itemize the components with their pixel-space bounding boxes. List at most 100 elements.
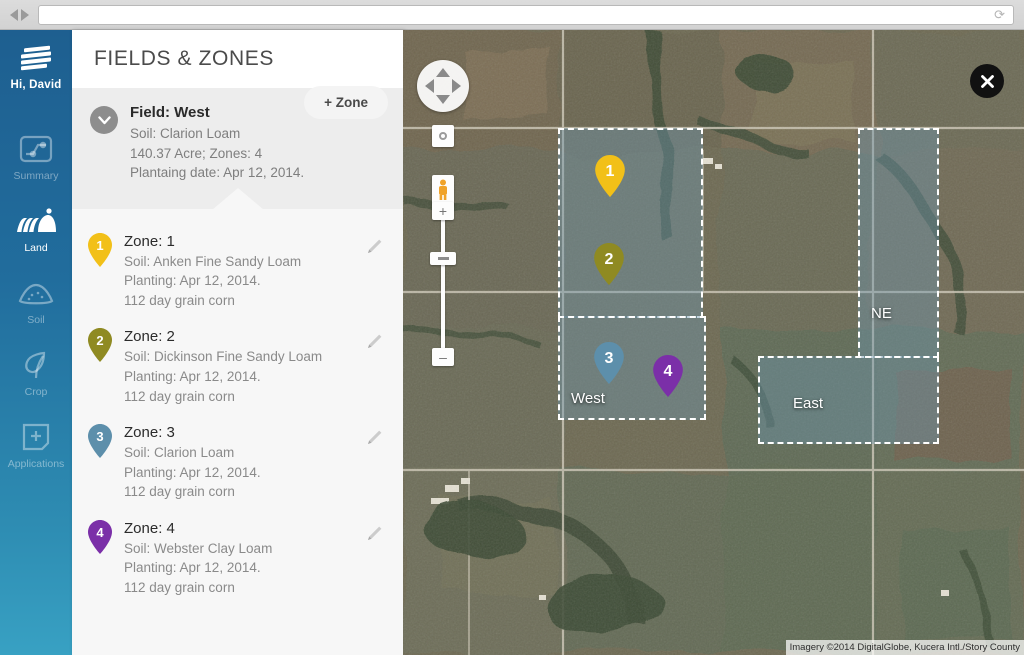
- sidebar: Hi, David Summary Land Soil Crop Applica…: [0, 30, 72, 655]
- sidebar-item-label: Soil: [27, 314, 45, 326]
- edit-zone-pencil-icon[interactable]: [364, 237, 386, 259]
- zoom-out-button[interactable]: –: [432, 348, 454, 366]
- brand: Hi, David: [10, 45, 62, 91]
- zone-planting: Planting: Apr 12, 2014.: [124, 273, 261, 289]
- sidebar-item-summary[interactable]: Summary: [0, 121, 72, 193]
- sidebar-item-land[interactable]: Land: [0, 193, 72, 265]
- sidebar-item-label: Land: [24, 242, 48, 254]
- map-attribution: Imagery ©2014 DigitalGlobe, Kucera Intl.…: [785, 640, 1024, 655]
- my-location-button[interactable]: [432, 125, 454, 147]
- summary-chart-icon: [16, 132, 56, 166]
- zone-title: Zone: 1: [124, 232, 175, 250]
- zone-soil: Soil: Anken Fine Sandy Loam: [124, 253, 302, 269]
- sidebar-item-crop[interactable]: Crop: [0, 337, 72, 409]
- zone-list-item[interactable]: 1 Zone: 1 Soil: Anken Fine Sandy Loam Plant…: [72, 227, 404, 323]
- map-marker[interactable]: 4: [653, 355, 683, 397]
- zone-title: Zone: 2: [124, 328, 175, 346]
- pan-left-icon: [425, 79, 434, 93]
- nav-arrows: [10, 8, 29, 21]
- zoom-slider-track[interactable]: [441, 210, 445, 358]
- zone-title: Zone: 3: [124, 424, 175, 442]
- svg-text:3: 3: [605, 349, 614, 367]
- map-canvas[interactable]: West NE East 1 2 3 4 + – Imagery ©2014 Digi…: [403, 30, 1024, 655]
- zone-pin-icon: 4: [88, 519, 112, 554]
- svg-text:4: 4: [96, 525, 104, 540]
- zone-crop: 112 day grain corn: [124, 292, 235, 308]
- svg-text:1: 1: [96, 238, 103, 253]
- sidebar-item-label: Applications: [7, 458, 65, 470]
- zone-planting: Planting: Apr 12, 2014.: [124, 464, 261, 480]
- add-zone-button[interactable]: + Zone: [304, 86, 388, 119]
- address-bar[interactable]: ⟳: [38, 4, 1014, 25]
- zone-list-item[interactable]: 3 Zone: 3 Soil: Clarion Loam Planting: Apr …: [72, 418, 404, 514]
- sidebar-item-label: Summary: [13, 170, 59, 182]
- zone-details: Zone: 4 Soil: Webster Clay Loam Planting: …: [124, 520, 364, 598]
- browser-toolbar: ⟳: [0, 0, 1024, 30]
- crop-leaf-icon: [16, 348, 56, 382]
- chevron-down-icon: [97, 115, 111, 124]
- close-button[interactable]: [970, 64, 1004, 98]
- field-soil: Soil: Clarion Loam: [130, 126, 241, 141]
- pegman-icon: [439, 179, 447, 200]
- zone-planting: Planting: Apr 12, 2014.: [124, 560, 261, 576]
- sidebar-item-applications[interactable]: Applications: [0, 409, 72, 481]
- field-polygon-west-upper[interactable]: [558, 128, 703, 318]
- app-root: ⟳ Hi, David Summary Land Soil Crop Appli…: [0, 0, 1024, 655]
- land-field-icon: [16, 204, 56, 238]
- street-view-pegman[interactable]: [432, 175, 454, 205]
- zone-soil: Soil: Clarion Loam: [124, 445, 235, 461]
- edit-zone-pencil-icon[interactable]: [364, 332, 386, 354]
- svg-text:4: 4: [664, 362, 673, 380]
- forward-button[interactable]: [21, 8, 29, 21]
- soil-pile-icon: [16, 276, 56, 310]
- field-polygon-east[interactable]: [758, 356, 939, 444]
- reload-icon[interactable]: ⟳: [994, 8, 1005, 21]
- field-label-west: West: [571, 390, 605, 407]
- svg-text:3: 3: [96, 429, 103, 444]
- map-marker[interactable]: 3: [594, 342, 624, 384]
- field-acreage: 140.37 Acre; Zones: 4: [130, 145, 263, 161]
- svg-text:2: 2: [605, 250, 614, 268]
- field-label-east: East: [793, 395, 824, 412]
- sidebar-item-soil[interactable]: Soil: [0, 265, 72, 337]
- fields-and-zones-panel: FIELDS & ZONES Field: West Soil: Clarion…: [72, 30, 404, 655]
- zone-list-item[interactable]: 2 Zone: 2 Soil: Dickinson Fine Sandy Loam P…: [72, 322, 404, 418]
- zone-pin-icon: 3: [88, 424, 112, 459]
- zone-details: Zone: 2 Soil: Dickinson Fine Sandy Loam Pl…: [124, 328, 364, 406]
- field-planting-date: Plantaing date: Apr 12, 2014.: [130, 165, 305, 181]
- pan-right-icon: [452, 79, 461, 93]
- edit-zone-pencil-icon[interactable]: [364, 524, 386, 546]
- map-marker[interactable]: 1: [595, 155, 625, 197]
- zone-crop: 112 day grain corn: [124, 484, 235, 500]
- greeting-label: Hi, David: [10, 79, 62, 91]
- zone-crop: 112 day grain corn: [124, 388, 235, 404]
- zone-crop: 112 day grain corn: [124, 579, 235, 595]
- page-title: FIELDS & ZONES: [94, 47, 274, 70]
- svg-text:1: 1: [606, 162, 615, 180]
- pan-down-icon: [436, 95, 450, 104]
- field-polygon-ne[interactable]: [858, 128, 939, 358]
- field-label-ne: NE: [871, 305, 892, 322]
- zone-planting: Planting: Apr 12, 2014.: [124, 368, 261, 384]
- zone-title: Zone: 4: [124, 519, 175, 537]
- location-target-icon: [439, 132, 447, 140]
- pan-control[interactable]: [417, 60, 469, 112]
- logo-icon: [20, 45, 51, 72]
- close-icon: [980, 74, 994, 88]
- zone-list: 1 Zone: 1 Soil: Anken Fine Sandy Loam Plant…: [72, 209, 404, 610]
- zoom-slider-thumb[interactable]: [430, 252, 456, 265]
- zone-details: Zone: 1 Soil: Anken Fine Sandy Loam Planti…: [124, 233, 364, 311]
- panel-header: FIELDS & ZONES: [72, 30, 404, 88]
- back-button[interactable]: [10, 8, 18, 21]
- zone-soil: Soil: Webster Clay Loam: [124, 540, 273, 556]
- map-marker[interactable]: 2: [594, 243, 624, 285]
- applications-plus-page-icon: [16, 420, 56, 454]
- edit-zone-pencil-icon[interactable]: [364, 428, 386, 450]
- zone-pin-icon: 1: [88, 232, 112, 267]
- zoom-in-button[interactable]: +: [432, 202, 454, 220]
- pan-up-icon: [436, 68, 450, 77]
- svg-text:2: 2: [96, 333, 103, 348]
- zone-list-item[interactable]: 4 Zone: 4 Soil: Webster Clay Loam Planting:…: [72, 514, 404, 610]
- card-notch: [212, 187, 264, 210]
- collapse-toggle[interactable]: [90, 106, 118, 134]
